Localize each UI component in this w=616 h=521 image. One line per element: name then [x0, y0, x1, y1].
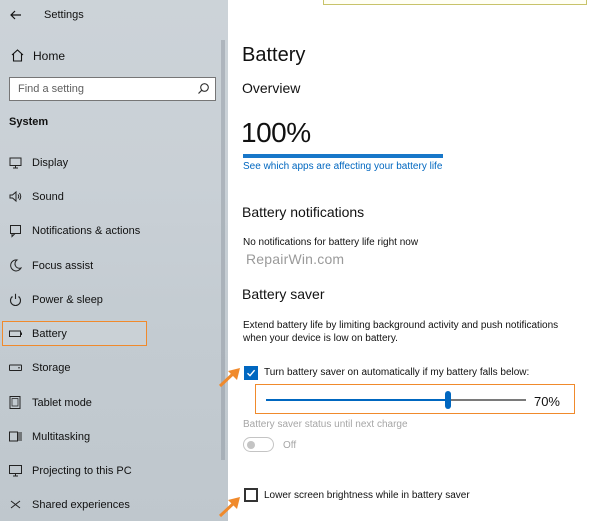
- sidebar-item-label: Storage: [32, 362, 71, 374]
- sidebar-item-battery[interactable]: Battery: [0, 321, 228, 347]
- sidebar-item-focus-assist[interactable]: Focus assist: [0, 253, 228, 279]
- shared-icon: [10, 500, 21, 509]
- annotation-arrow-icon: [218, 368, 240, 388]
- sidebar-item-label: Shared experiences: [32, 499, 130, 511]
- sidebar-item-multitasking[interactable]: Multitasking: [0, 424, 228, 450]
- search-field[interactable]: [9, 77, 216, 101]
- sidebar-item-sound[interactable]: Sound: [0, 184, 228, 210]
- checkmark-icon: [247, 369, 256, 377]
- sidebar-item-label: Focus assist: [32, 260, 94, 272]
- sidebar-item-home[interactable]: Home: [0, 44, 228, 68]
- auto-saver-label[interactable]: Turn battery saver on automatically if m…: [264, 367, 529, 378]
- threshold-slider-fill: [266, 399, 448, 401]
- storage-icon: [9, 364, 22, 371]
- tablet-icon: [9, 396, 21, 409]
- sidebar-item-label: Battery: [32, 328, 67, 340]
- auto-saver-checkbox[interactable]: [244, 366, 258, 380]
- top-strip: [323, 0, 587, 5]
- battery-icon: [9, 330, 22, 337]
- sidebar-item-label: Tablet mode: [32, 397, 92, 409]
- notifications-heading: Battery notifications: [242, 204, 365, 220]
- saver-status-label: Battery saver status until next charge: [243, 419, 408, 430]
- sidebar-scrollbar[interactable]: [221, 40, 225, 460]
- page-title: Battery: [242, 44, 306, 66]
- overview-heading: Overview: [242, 80, 301, 96]
- threshold-value: 70%: [533, 394, 560, 409]
- sidebar-item-label: Power & sleep: [32, 294, 103, 306]
- saver-status-toggle[interactable]: [243, 437, 274, 452]
- sidebar-item-power-sleep[interactable]: Power & sleep: [0, 287, 228, 313]
- sidebar-item-storage[interactable]: Storage: [0, 355, 228, 381]
- power-icon: [10, 293, 21, 307]
- threshold-slider[interactable]: [266, 391, 526, 409]
- annotation-arrow-icon: [218, 497, 240, 518]
- sidebar: Settings Home System Display Sound: [0, 0, 228, 521]
- sidebar-item-projecting[interactable]: Projecting to this PC: [0, 458, 228, 484]
- battery-saver-description: Extend battery life by limiting backgrou…: [243, 320, 559, 344]
- battery-saver-heading: Battery saver: [242, 286, 325, 302]
- battery-percentage: 100%: [241, 117, 311, 148]
- home-icon: [11, 49, 24, 62]
- main-pane: Battery Overview 100% See which apps are…: [228, 0, 616, 521]
- sidebar-item-label: Projecting to this PC: [32, 465, 132, 477]
- toggle-knob: [247, 440, 255, 449]
- projecting-icon: [9, 465, 22, 477]
- sidebar-item-label: Notifications & actions: [32, 225, 141, 237]
- brightness-checkbox[interactable]: [244, 488, 258, 502]
- apps-battery-link[interactable]: See which apps are affecting your batter…: [243, 161, 442, 172]
- search-icon[interactable]: [197, 82, 210, 95]
- sidebar-item-notifications[interactable]: Notifications & actions: [0, 218, 228, 244]
- section-label: System: [9, 116, 49, 128]
- monitor-icon: [9, 157, 22, 169]
- sidebar-item-label: Display: [32, 157, 69, 169]
- watermark: RepairWin.com: [246, 251, 345, 267]
- selection-highlight: [2, 321, 147, 346]
- sidebar-item-label: Multitasking: [32, 431, 91, 443]
- toggle-state-label: Off: [283, 440, 297, 451]
- battery-level-bar: [243, 154, 443, 158]
- notifications-text: No notifications for battery life right …: [243, 237, 419, 248]
- sidebar-item-label: Home: [33, 49, 66, 63]
- search-input[interactable]: [10, 78, 190, 100]
- battery-level-fill: [243, 154, 443, 158]
- moon-icon: [10, 259, 23, 272]
- sidebar-item-tablet-mode[interactable]: Tablet mode: [0, 390, 228, 416]
- window-title: Settings: [44, 9, 84, 21]
- multitasking-icon: [9, 431, 22, 442]
- notification-icon: [10, 225, 21, 238]
- sidebar-item-display[interactable]: Display: [0, 150, 228, 176]
- brightness-label[interactable]: Lower screen brightness while in battery…: [264, 490, 470, 501]
- sidebar-item-shared-experiences[interactable]: Shared experiences: [0, 492, 228, 518]
- threshold-slider-highlight: 70%: [255, 384, 575, 414]
- threshold-slider-thumb[interactable]: [445, 391, 451, 409]
- back-arrow-icon[interactable]: [9, 8, 23, 22]
- sidebar-item-label: Sound: [32, 191, 64, 203]
- speaker-icon: [9, 190, 22, 203]
